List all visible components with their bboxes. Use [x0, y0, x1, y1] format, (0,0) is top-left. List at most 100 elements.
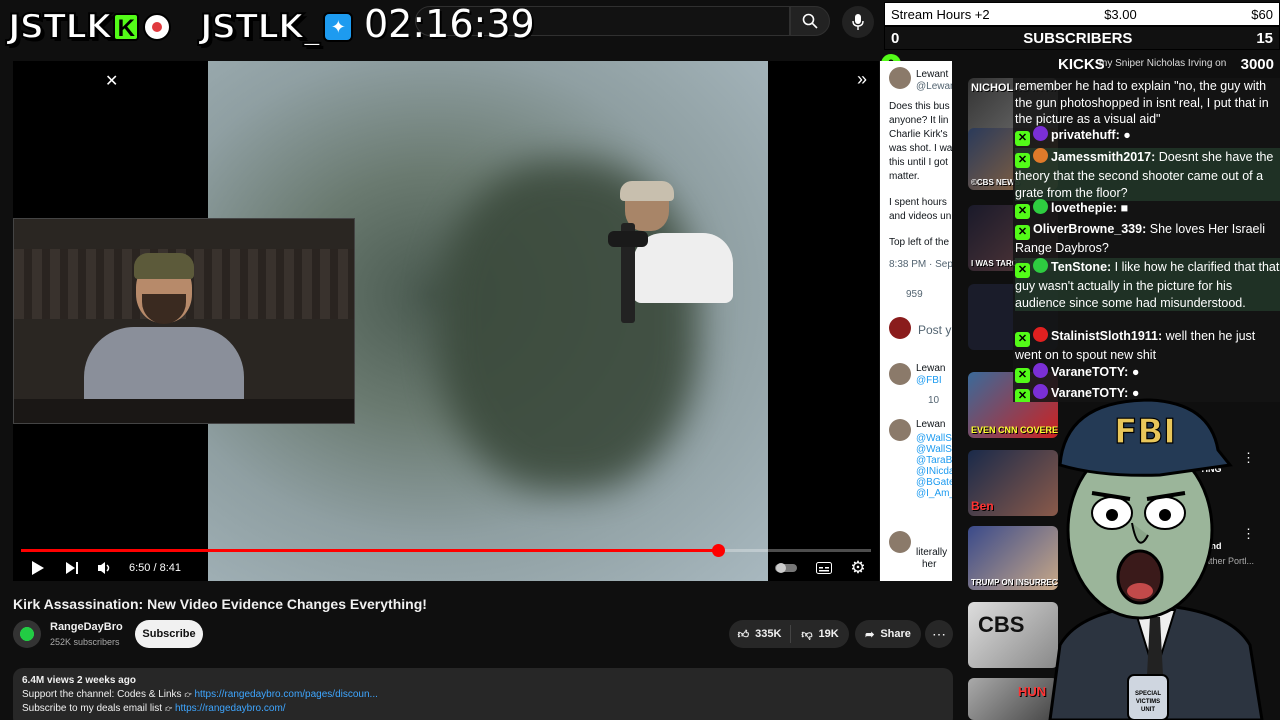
kicks-goal: 3000 [1240, 55, 1274, 73]
chat-message: ✕ OliverBrowne_339: She loves Her Israeli… [1015, 222, 1266, 255]
kick-badge-icon: ✕ [1015, 153, 1030, 168]
play-button[interactable] [29, 555, 47, 581]
kick-badge-icon: ✕ [1015, 225, 1030, 240]
streamer-webcam [13, 218, 355, 424]
like-button[interactable]: 👍︎ 335K [729, 625, 791, 643]
avatar [889, 363, 911, 385]
dislike-button[interactable]: 👎︎ 19K [791, 628, 849, 641]
autoplay-icon [775, 563, 797, 573]
chevron-right-icon[interactable]: » [857, 69, 867, 90]
share-icon: ➦ [865, 628, 875, 641]
chat-message: ✕ Jamessmith2017: Doesnt she have the the… [1015, 148, 1280, 201]
dislike-count: 19K [818, 628, 839, 640]
volume-button[interactable] [95, 555, 115, 581]
kick-badge-icon: ✕ [1015, 389, 1030, 402]
desc-line-2: Subscribe to my deals email list 👉︎ http… [22, 703, 286, 714]
kicks-label: KICKS [1058, 55, 1105, 73]
search-icon [802, 13, 818, 29]
svg-text:UNIT: UNIT [1141, 707, 1155, 713]
search-button[interactable] [790, 6, 830, 36]
kicks-ticker: my Sniper Nicholas Irving on [1099, 58, 1227, 69]
subscribe-button[interactable]: Subscribe [135, 620, 203, 648]
thumbs-up-icon: 👍︎ [737, 628, 750, 641]
user-badge-icon [1033, 199, 1048, 214]
desc-link-2[interactable]: https://rangedaybro.com/ [175, 703, 286, 714]
thumbs-down-icon: 👎︎ [801, 628, 813, 641]
captions-button[interactable] [814, 555, 834, 581]
like-dislike-group: 👍︎ 335K 👎︎ 19K [729, 620, 849, 648]
settings-button[interactable]: ⚙ [848, 555, 868, 581]
progress-fill [21, 549, 718, 552]
user-badge-icon [1033, 148, 1048, 163]
twitter-icon: ✦ [323, 12, 354, 42]
record-icon [143, 13, 172, 41]
stream-hours-row: Stream Hours +2 $3.00 $60 [884, 2, 1280, 26]
video-title: Kirk Assassination: New Video Evidence C… [13, 596, 427, 612]
microphone-icon [852, 14, 864, 30]
more-icon: ⋯ [932, 625, 946, 642]
shooter-figure [603, 181, 733, 351]
description-box[interactable]: 6.4M views 2 weeks ago Support the chann… [13, 668, 953, 720]
chat-message: ✕ TenStone: I like how he clarified that … [1015, 258, 1280, 311]
like-count: 335K [755, 628, 782, 640]
progress-bar[interactable] [21, 544, 871, 557]
svg-text:VICTIMS: VICTIMS [1136, 699, 1160, 705]
subscribers-row: 0 SUBSCRIBERS 15 [884, 26, 1280, 50]
fbi-cap-text: FBI [1114, 412, 1176, 452]
kick-badge-icon: ✕ [1015, 368, 1030, 383]
close-icon[interactable]: ✕ [105, 71, 118, 91]
gear-icon: ⚙ [850, 558, 866, 577]
fbi-agent-character: SPECIAL VICTIMS UNIT FBI [1048, 398, 1264, 720]
kick-badge-icon: ✕ [1015, 332, 1030, 347]
subscribers-label: SUBSCRIBERS [1023, 29, 1133, 47]
chat-message: ✕ privatehuff: ● [1015, 126, 1280, 146]
volume-icon [98, 562, 110, 574]
player-controls: 6:50 / 8:41 ⚙ [13, 555, 879, 581]
kick-badge-icon: ✕ [1015, 263, 1030, 278]
desc-link-1[interactable]: https://rangedaybro.com/pages/discoun... [194, 689, 377, 700]
emote-icon: ● [1123, 128, 1131, 142]
tweet-overlay: Lewant @Lewan Does this bus anyone? It l… [880, 61, 952, 581]
voice-search-button[interactable] [842, 6, 874, 38]
kick-icon: K [113, 13, 140, 42]
emote-icon: ■ [1120, 201, 1129, 215]
share-label: Share [880, 628, 911, 640]
donation-amount: $3.00 [1104, 6, 1137, 22]
next-button[interactable] [63, 555, 81, 581]
skip-next-icon [66, 562, 78, 574]
chat-message: ✕ StalinistSloth1911: well then he just w… [1015, 327, 1256, 362]
chat-message: ✕ lovethepie: ■ [1015, 199, 1280, 219]
donation-goal: $60 [1251, 6, 1273, 22]
jstlk-kick-logo: JSTLK K [7, 6, 172, 48]
user-badge-icon [1033, 258, 1048, 273]
share-button[interactable]: ➦ Share [855, 620, 921, 648]
autoplay-toggle[interactable] [775, 555, 797, 581]
stream-clock: 02:16:39 [364, 2, 535, 46]
chat-message: remember he had to explain "no, the guy … [1015, 79, 1269, 126]
chat-overlay: remember he had to explain "no, the guy … [1013, 78, 1280, 402]
subscriber-count: 252K subscribers [50, 637, 120, 647]
subscribers-goal: 15 [1256, 29, 1273, 47]
desc-line-1: Support the channel: Codes & Links 👉︎ ht… [22, 689, 378, 700]
chat-message: ✕ VaraneTOTY: ● [1015, 363, 1280, 383]
more-actions-button[interactable]: ⋯ [925, 620, 953, 648]
view-count: 6.4M views 2 weeks ago [22, 675, 136, 686]
user-badge-icon [1033, 363, 1048, 378]
channel-name[interactable]: RangeDayBro [50, 621, 123, 633]
channel-avatar[interactable] [13, 620, 41, 648]
avatar [889, 419, 911, 441]
video-player[interactable]: ✕ » 6:50 / 8:41 ⚙ [13, 61, 879, 581]
captions-icon [816, 562, 832, 574]
stream-goals-panel: Stream Hours +2 $3.00 $60 0 SUBSCRIBERS … [884, 2, 1280, 50]
svg-text:SPECIAL: SPECIAL [1135, 691, 1161, 697]
avatar [889, 531, 911, 553]
kick-badge-icon: ✕ [1015, 131, 1030, 146]
play-icon [32, 561, 44, 575]
time-display: 6:50 / 8:41 [129, 562, 181, 574]
user-badge-icon [1033, 327, 1048, 342]
user-badge-icon [1033, 126, 1048, 141]
emote-icon: ● [1131, 365, 1140, 379]
stream-hours-label: Stream Hours +2 [891, 6, 990, 22]
avatar [889, 317, 911, 339]
kick-badge-icon: ✕ [1015, 204, 1030, 219]
